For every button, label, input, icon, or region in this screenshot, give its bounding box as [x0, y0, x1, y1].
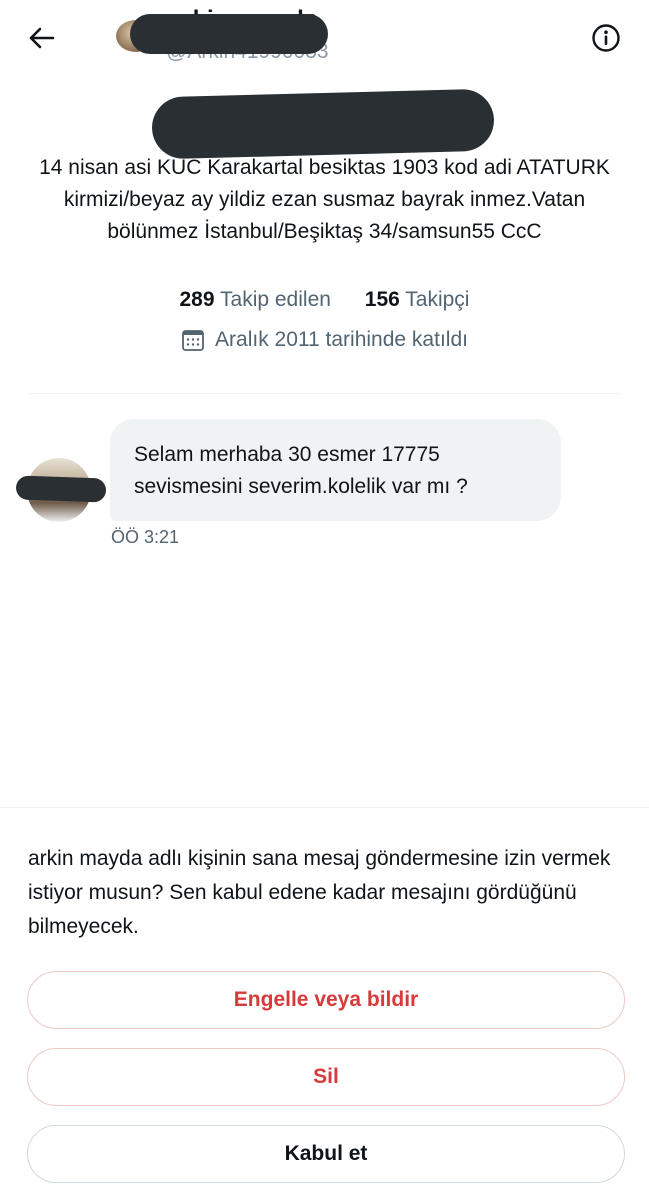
following-count: 289: [179, 288, 215, 311]
message-bubble[interactable]: Selam merhaba 30 esmer 17775 sevismesini…: [110, 419, 561, 521]
calendar-icon: [182, 330, 204, 351]
profile-bio: 14 nisan asi KUC Karakartal besiktas 190…: [39, 156, 610, 243]
back-button[interactable]: [24, 20, 60, 56]
panel-divider: [0, 807, 649, 808]
arrow-left-icon: [29, 27, 55, 49]
message-timestamp: ÖÖ 3:21: [111, 527, 180, 547]
followers-stat[interactable]: 156 Takipçi: [365, 288, 470, 312]
conversation-info-button[interactable]: [587, 19, 625, 57]
followers-label: Takipçi: [405, 288, 470, 311]
top-bar: arkin mayda @Arkin41990033: [0, 0, 649, 80]
followers-count: 156: [364, 288, 400, 311]
joined-date-text: Aralık 2011 tarihinde katıldı: [215, 328, 468, 351]
message-text: Selam merhaba 30 esmer 17775 sevismesini…: [134, 443, 468, 498]
following-stat[interactable]: 289 Takip edilen: [180, 288, 331, 312]
delete-button[interactable]: Sil: [27, 1048, 625, 1106]
section-divider: [28, 393, 621, 394]
message-request-prompt: arkin mayda adlı kişinin sana mesaj gönd…: [28, 847, 611, 938]
joined-date-row: Aralık 2011 tarihinde katıldı: [0, 328, 649, 352]
redaction-mark: [15, 475, 107, 503]
following-label: Takip edilen: [220, 288, 331, 311]
info-circle-icon: [592, 24, 620, 52]
block-or-report-button[interactable]: Engelle veya bildir: [27, 971, 625, 1029]
profile-stats: 289 Takip edilen 156 Takipçi: [0, 288, 649, 312]
redaction-mark: [130, 14, 328, 54]
redaction-mark: [151, 88, 495, 160]
dm-request-screen: arkin mayda @Arkin41990033 arkin mayda 1…: [0, 0, 649, 1200]
accept-button[interactable]: Kabul et: [27, 1125, 625, 1183]
